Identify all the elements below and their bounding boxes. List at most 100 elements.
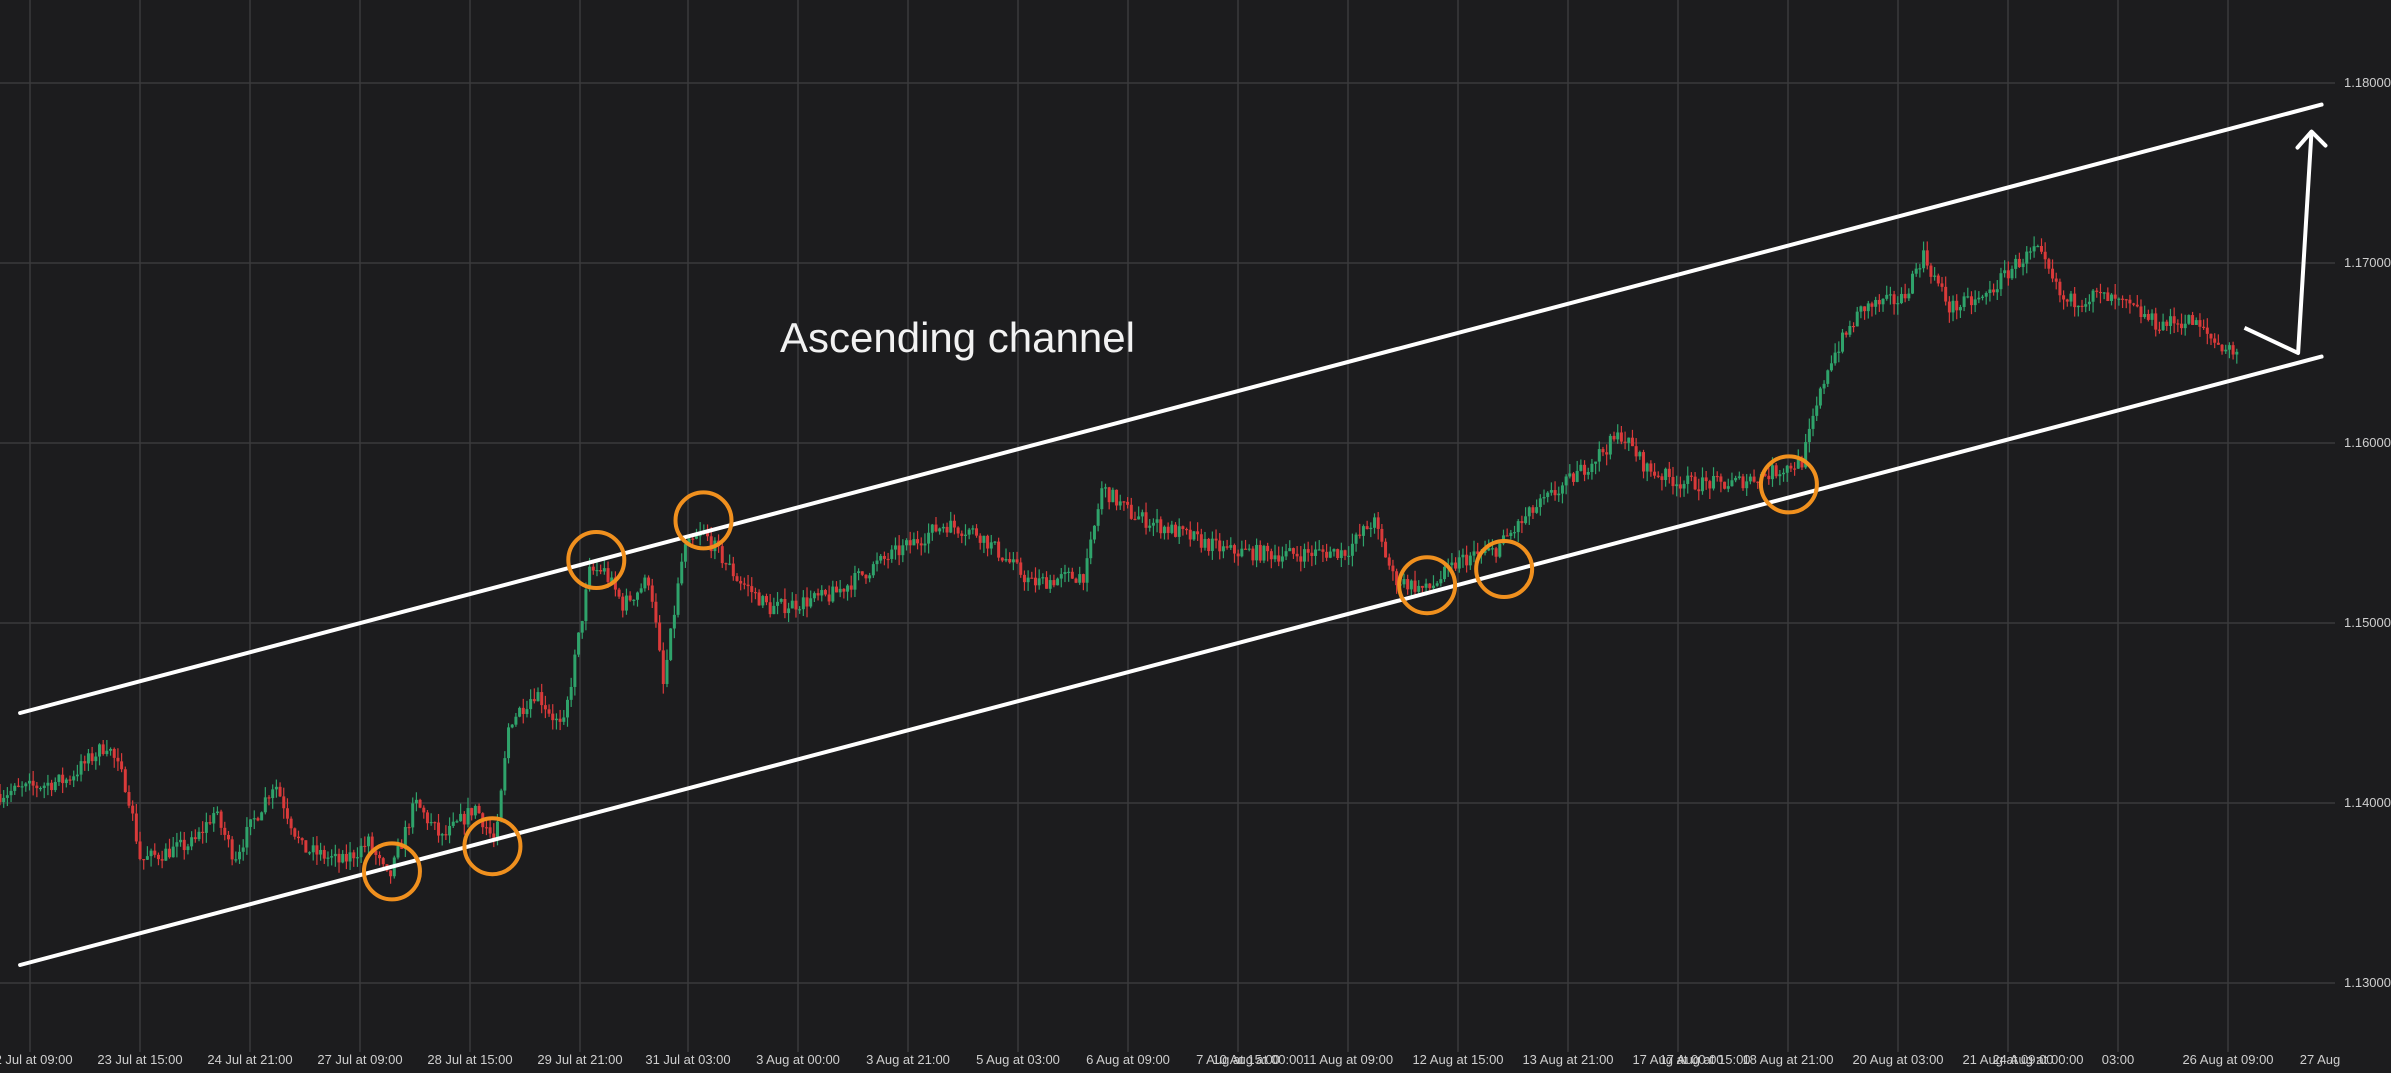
candle-down: [2231, 345, 2235, 355]
candle-down: [1406, 579, 1410, 590]
candle-down: [1494, 548, 1498, 557]
candle-up: [602, 568, 606, 572]
candle-up: [857, 571, 861, 574]
candle-up: [1516, 521, 1520, 533]
candle-up: [1424, 583, 1428, 588]
projection-arrow-shaft: [2243, 131, 2314, 355]
candle-down: [768, 602, 772, 615]
candle-down: [543, 705, 547, 710]
candle-up: [930, 524, 934, 533]
candle-up: [2, 797, 6, 803]
candle-down: [2135, 304, 2139, 307]
x-tick-label: 26 Aug at 09:00: [2182, 1052, 2273, 1067]
candle-up: [912, 539, 916, 546]
candle-up: [42, 785, 46, 789]
candle-down: [1704, 477, 1708, 482]
x-tick-label: 18 Aug at 21:00: [1742, 1052, 1833, 1067]
candle-up: [53, 781, 57, 791]
candle-down: [134, 813, 138, 842]
x-tick-label: 12 Aug at 15:00: [1412, 1052, 1503, 1067]
candle-down: [975, 528, 979, 536]
candle-up: [2069, 293, 2073, 302]
candle-down: [1992, 289, 1996, 293]
candle-down: [1863, 306, 1867, 312]
candle-down: [2202, 326, 2206, 328]
candle-down: [1741, 476, 1745, 489]
candle-up: [1815, 405, 1819, 416]
y-axis-ticks: 1.18000 1.17000 1.16000 1.15000 1.14000 1.130…: [2344, 75, 2391, 990]
grid: [0, 0, 2335, 1052]
candle-up: [1339, 550, 1343, 559]
candle-up: [2028, 251, 2032, 253]
candle-down: [68, 779, 72, 781]
candle-up: [411, 803, 415, 828]
candle-up: [1409, 580, 1413, 590]
candle-down: [1947, 301, 1951, 313]
candle-down: [1789, 465, 1793, 469]
candle-down: [2209, 333, 2213, 339]
candle-down: [621, 596, 625, 611]
candle-down: [1852, 325, 1856, 328]
candle-up: [776, 601, 780, 606]
candle-up: [1899, 293, 1903, 304]
candle-up: [1782, 472, 1786, 475]
candle-up: [993, 541, 997, 543]
candle-up: [1262, 545, 1266, 561]
candle-down: [35, 785, 39, 789]
candle-up: [1435, 583, 1439, 586]
candle-up: [1439, 579, 1443, 584]
candle-up: [1664, 468, 1668, 481]
candle-down: [606, 568, 610, 582]
candle-up: [499, 790, 503, 822]
candle-up: [1745, 481, 1749, 489]
candle-up: [1100, 488, 1104, 510]
candle-up: [728, 563, 732, 565]
candle-up: [1958, 307, 1962, 311]
candle-up: [1151, 522, 1155, 526]
candle-down: [1553, 490, 1557, 496]
candle-down: [691, 538, 695, 540]
candle-down: [2139, 306, 2143, 318]
touch-markers: [361, 454, 1819, 902]
candle-down: [1015, 559, 1019, 563]
candle-down: [1214, 538, 1218, 541]
candle-up: [507, 727, 511, 759]
candle-up: [1995, 289, 1999, 293]
candle-down: [2043, 251, 2047, 260]
candle-up: [1645, 463, 1649, 472]
candle-down: [1022, 574, 1026, 583]
candle-up: [1067, 571, 1071, 573]
candle-down: [1384, 541, 1388, 558]
candle-down: [952, 520, 956, 528]
candle-up: [1811, 415, 1815, 429]
candle-down: [488, 827, 492, 834]
candle-up: [580, 621, 584, 633]
candle-up: [1686, 475, 1690, 484]
candle-down: [1929, 265, 1933, 277]
candle-down: [1774, 465, 1778, 477]
candle-down: [1387, 557, 1391, 566]
candle-up: [1155, 519, 1159, 523]
candle-up: [1999, 273, 2003, 290]
candle-up: [1461, 554, 1465, 558]
candle-up: [1350, 543, 1354, 556]
candle-down: [2180, 323, 2184, 329]
candle-down: [1667, 468, 1671, 477]
candle-up: [1914, 268, 1918, 274]
x-tick-label: 31 Jul at 03:00: [645, 1052, 730, 1067]
candle-up: [1748, 476, 1752, 482]
candle-up: [831, 586, 835, 602]
candle-up: [473, 805, 477, 816]
candle-up: [1546, 492, 1550, 498]
touch-marker: [673, 490, 734, 551]
candle-up: [429, 822, 433, 824]
candle-up: [1933, 275, 1937, 277]
x-tick-label: 27 Aug: [2300, 1052, 2341, 1067]
candle-down: [960, 533, 964, 536]
candle-up: [1085, 558, 1089, 583]
candle-down: [591, 566, 595, 571]
candle-down: [2165, 321, 2169, 326]
x-tick-label: 28 Jul at 15:00: [427, 1052, 512, 1067]
candle-down: [315, 845, 319, 855]
candle-up: [27, 780, 31, 784]
